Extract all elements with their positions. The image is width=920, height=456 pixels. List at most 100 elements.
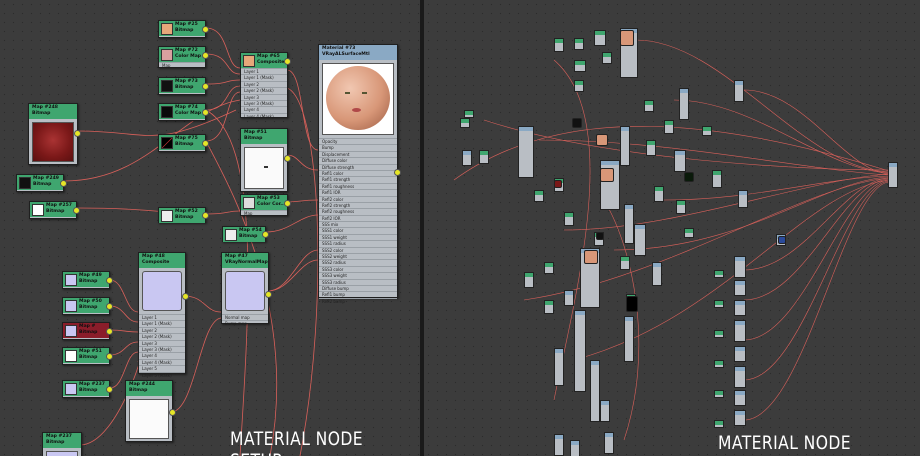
composite-node-map48[interactable]: Map #48 Composite Layer 1 Layer 1 (Mask) L… — [138, 252, 189, 378]
overview-node[interactable] — [554, 348, 564, 386]
bitmap-node-map51[interactable]: Map #51 Bitmap — [240, 128, 291, 192]
overview-node[interactable] — [679, 88, 689, 120]
overview-node[interactable] — [574, 80, 584, 92]
input-slot[interactable]: Map — [159, 62, 205, 68]
overview-node[interactable] — [734, 280, 746, 296]
output-port[interactable] — [202, 52, 209, 59]
overview-node[interactable] — [734, 346, 746, 362]
output-port[interactable] — [202, 83, 209, 90]
output-port[interactable] — [182, 293, 189, 300]
output-port[interactable] — [169, 409, 176, 416]
overview-node[interactable] — [654, 186, 664, 202]
overview-node[interactable] — [646, 140, 656, 156]
overview-node[interactable] — [524, 272, 534, 288]
overview-node[interactable] — [554, 38, 564, 52]
overview-node[interactable] — [564, 212, 574, 226]
bitmap-node-map50[interactable]: Map #50 Bitmap — [62, 297, 113, 315]
overview-material-node[interactable] — [888, 162, 898, 188]
bitmap-node-red[interactable]: Map # Bitmap — [62, 322, 113, 340]
overview-node[interactable] — [544, 300, 554, 314]
bitmap-node-map31[interactable]: Map #51 Bitmap — [62, 347, 113, 365]
overview-node[interactable] — [734, 300, 746, 316]
overview-node[interactable] — [624, 316, 634, 362]
overview-node[interactable] — [460, 118, 470, 128]
input-slot[interactable]: Layer 5 (Mask) — [139, 371, 185, 378]
output-port[interactable] — [284, 155, 291, 162]
vraynormalmap-node-map47[interactable]: Map #47 VRayNormalMap Normal map Bump ma… — [221, 252, 272, 326]
overview-node[interactable] — [734, 366, 746, 388]
node-editor-left-panel[interactable]: Map #25 Bitmap Map #72 Color Map Map Map… — [0, 0, 420, 456]
output-port[interactable] — [265, 291, 272, 298]
bitmap-node-map237b[interactable]: Map #237 Bitmap — [42, 432, 82, 456]
overview-node[interactable] — [738, 190, 748, 208]
output-port[interactable] — [202, 109, 209, 116]
colormap-node-map74[interactable]: Map #74 Color Map — [158, 103, 209, 121]
overview-node[interactable] — [664, 120, 674, 134]
output-port[interactable] — [106, 303, 113, 310]
overview-node[interactable] — [624, 204, 634, 244]
overview-node[interactable] — [600, 400, 610, 422]
bitmap-node-map73[interactable]: Map #73 Bitmap — [158, 77, 209, 95]
overview-node[interactable] — [544, 262, 554, 274]
overview-node[interactable] — [674, 150, 686, 172]
overview-node[interactable] — [702, 126, 712, 136]
input-slot[interactable]: Layer 4 (Mask) — [241, 112, 287, 119]
overview-node[interactable] — [574, 310, 586, 392]
output-port[interactable] — [106, 277, 113, 284]
overview-node[interactable] — [714, 390, 724, 398]
input-slot[interactable]: Bump map — [222, 320, 268, 326]
overview-node[interactable] — [714, 420, 724, 428]
overview-node[interactable] — [634, 224, 646, 256]
overview-node[interactable] — [714, 300, 724, 308]
bitmap-node-map25[interactable]: Map #25 Bitmap — [158, 20, 209, 38]
output-port[interactable] — [262, 231, 269, 238]
bitmap-node-map54[interactable]: Map #54 Bitmap — [222, 226, 269, 242]
overview-node[interactable] — [464, 110, 474, 118]
bitmap-node-map244[interactable]: Map #244 Bitmap — [125, 380, 176, 442]
overview-node[interactable] — [652, 262, 662, 286]
output-port[interactable] — [284, 58, 291, 65]
colormap-node-map72[interactable]: Map #72 Color Map Map — [158, 46, 209, 68]
bitmap-node-map248[interactable]: Map #248 Bitmap — [28, 103, 81, 165]
output-port[interactable] — [73, 207, 80, 214]
output-port[interactable] — [106, 328, 113, 335]
color-correction-node-map53[interactable]: Map #53 Color Cor... Map — [240, 194, 291, 216]
output-port[interactable] — [202, 140, 209, 147]
output-port[interactable] — [202, 26, 209, 33]
overview-node[interactable] — [594, 30, 606, 46]
overview-node[interactable] — [734, 390, 746, 406]
overview-node[interactable] — [734, 320, 746, 342]
overview-node[interactable] — [734, 80, 744, 102]
overview-node[interactable] — [644, 100, 654, 112]
bitmap-node-map49[interactable]: Map #49 Bitmap — [62, 271, 113, 289]
overview-node[interactable] — [620, 256, 630, 270]
output-port[interactable] — [106, 386, 113, 393]
bitmap-node-map257[interactable]: Map #257 Bitmap — [29, 201, 80, 219]
overview-node[interactable] — [734, 410, 746, 426]
overview-node[interactable] — [534, 190, 544, 202]
overview-node[interactable] — [518, 126, 534, 178]
overview-node[interactable] — [684, 228, 694, 238]
overview-node[interactable] — [604, 432, 614, 454]
bitmap-node-map237[interactable]: Map #237 Bitmap — [62, 380, 113, 398]
overview-node[interactable] — [734, 256, 746, 278]
overview-node[interactable] — [602, 52, 612, 64]
node-editor-right-panel[interactable]: MATERIAL NODE SETUP — [424, 0, 920, 456]
input-slot[interactable]: Map — [241, 210, 287, 216]
overview-node[interactable] — [479, 150, 489, 164]
output-port[interactable] — [60, 180, 67, 187]
overview-node[interactable] — [714, 330, 724, 338]
output-port[interactable] — [394, 169, 401, 176]
output-port[interactable] — [74, 130, 81, 137]
overview-node[interactable] — [676, 200, 686, 214]
overview-node[interactable] — [574, 38, 584, 50]
bitmap-node-map75[interactable]: Map #75 Bitmap — [158, 134, 209, 152]
overview-node[interactable] — [462, 150, 472, 166]
material-node-vrayalsurfacemtl[interactable]: Material #73 VRayALSurfaceMtl Opacity Bum… — [318, 44, 401, 304]
overview-node[interactable] — [714, 360, 724, 368]
composite-node-map65[interactable]: Map #65 Composite Layer 1 Layer 1 (Mask)… — [240, 52, 291, 119]
overview-node[interactable] — [570, 440, 580, 456]
output-port[interactable] — [106, 353, 113, 360]
overview-node[interactable] — [712, 170, 722, 188]
overview-node[interactable] — [714, 270, 724, 278]
